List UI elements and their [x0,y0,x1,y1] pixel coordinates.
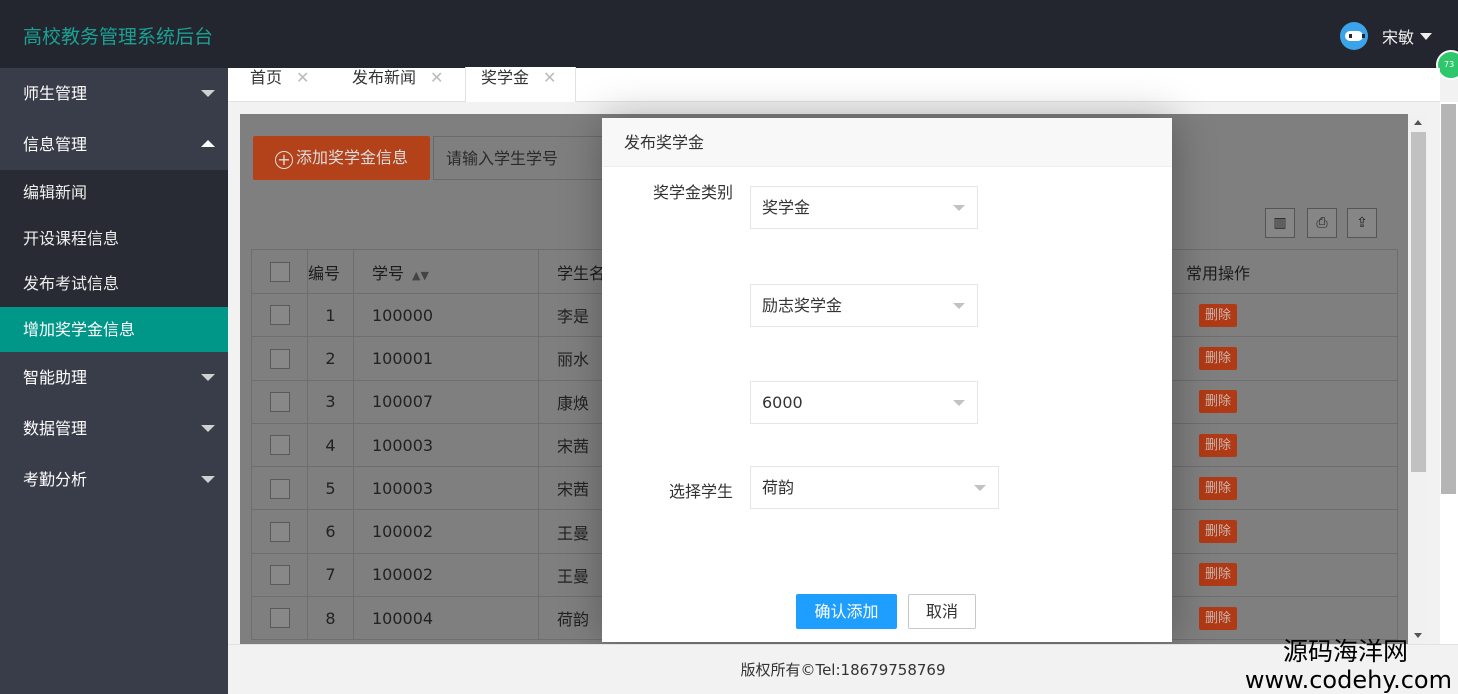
top-header: 高校教务管理系统后台 宋敏 73 [0,0,1458,80]
row-select-cell[interactable] [251,336,308,381]
sidebar-subitem-exams[interactable]: 发布考试信息 [0,261,228,307]
sidebar-subitem-courses[interactable]: 开设课程信息 [0,216,228,262]
scholarship-amount-select[interactable]: 6000 [750,381,978,424]
chevron-down-icon [953,303,965,309]
publish-scholarship-dialog: 发布奖学金 奖学金类别 奖学金 励志奖学金 6000 选择学生 荷韵 确认添加 … [602,118,1172,642]
delete-button[interactable]: 删除 [1199,346,1237,370]
chevron-down-icon [1420,32,1432,40]
plus-icon: + [275,151,293,169]
sidebar-item-info[interactable]: 信息管理 [0,119,228,170]
close-icon[interactable]: ✕ [543,68,556,87]
avatar-icon [1339,22,1368,50]
row-checkbox[interactable] [269,521,290,542]
cancel-button[interactable]: 取消 [908,594,976,629]
sidebar: 师生管理 信息管理 编辑新闻 开设课程信息 发布考试信息 增加奖学金信息 智能助… [0,68,228,694]
sidebar-submenu: 编辑新闻 开设课程信息 发布考试信息 增加奖学金信息 [0,170,228,352]
watermark: 源码海洋网 www.codehy.com [1244,637,1452,694]
student-number-search-input[interactable] [433,136,613,180]
tab-home[interactable]: 首页 ✕ [250,68,309,102]
cell-student-no: 100001 [353,336,539,381]
cell-id: 5 [307,466,354,511]
delete-button[interactable]: 删除 [1199,476,1237,500]
scholarship-name-select[interactable]: 励志奖学金 [750,284,978,327]
sidebar-subitem-scholarship[interactable]: 增加奖学金信息 [0,306,228,352]
app-title: 高校教务管理系统后台 [23,26,214,48]
content-scrollbar[interactable] [1409,114,1428,644]
chevron-down-icon [201,374,215,381]
cell-id: 6 [307,509,354,554]
tab-publish-news[interactable]: 发布新闻 ✕ [352,68,443,102]
cell-id: 8 [307,596,354,641]
row-select-cell[interactable] [251,292,308,338]
student-select[interactable]: 荷韵 [750,466,999,509]
row-select-cell[interactable] [251,466,308,511]
delete-button[interactable]: 删除 [1199,303,1237,327]
cell-id: 3 [307,379,354,424]
cell-id: 4 [307,422,354,468]
sidebar-item-data[interactable]: 数据管理 [0,403,228,454]
row-select-cell[interactable] [251,596,308,641]
dialog-title: 发布奖学金 [602,118,1172,167]
row-checkbox[interactable] [269,305,290,326]
cell-student-no: 100003 [353,422,539,468]
delete-button[interactable]: 删除 [1199,433,1237,457]
sort-icon[interactable]: ▲▼ [412,269,429,282]
chevron-down-icon [201,476,215,483]
user-name: 宋敏 [1381,28,1414,47]
cell-id: 7 [307,552,354,598]
select-student-label: 选择学生 [669,482,734,501]
confirm-add-button[interactable]: 确认添加 [796,594,897,629]
delete-button[interactable]: 删除 [1199,520,1237,544]
page-scrollbar[interactable] [1441,104,1456,494]
chevron-down-icon [201,425,215,432]
close-icon[interactable]: ✕ [430,68,443,87]
delete-button[interactable]: 删除 [1199,390,1237,414]
chevron-up-icon [201,140,215,147]
scholarship-type-label: 奖学金类别 [653,183,734,202]
select-all-cell[interactable] [251,249,308,294]
row-select-cell[interactable] [251,422,308,468]
sidebar-item-assistant[interactable]: 智能助理 [0,352,228,403]
col-student-no[interactable]: 学号 ▲▼ [353,249,539,294]
sidebar-item-teacher-student[interactable]: 师生管理 [0,68,228,119]
cell-student-no: 100003 [353,466,539,511]
col-id: 编号 [307,249,354,294]
row-checkbox[interactable] [269,608,290,629]
add-scholarship-button[interactable]: + 添加奖学金信息 [253,136,430,180]
export-icon[interactable]: ⇪ [1347,208,1377,238]
row-checkbox[interactable] [269,435,290,456]
row-select-cell[interactable] [251,379,308,424]
cell-student-no: 100002 [353,552,539,598]
tab-bar: 首页 ✕ 发布新闻 ✕ 奖学金 ✕ [228,67,1440,102]
user-menu[interactable]: 宋敏 [1339,22,1432,50]
print-icon[interactable]: ⎙ [1307,208,1337,238]
chevron-down-icon [974,485,986,491]
row-checkbox[interactable] [269,348,290,369]
cell-id: 2 [307,336,354,381]
cell-student-no: 100000 [353,292,539,338]
delete-button[interactable]: 删除 [1199,563,1237,587]
cell-student-no: 100002 [353,509,539,554]
chevron-down-icon [953,400,965,406]
chevron-down-icon [953,205,965,211]
scroll-thumb[interactable] [1411,132,1426,472]
columns-icon[interactable]: ▥ [1265,208,1295,238]
cell-student-no: 100007 [353,379,539,424]
chevron-down-icon [201,90,215,97]
delete-button[interactable]: 删除 [1199,606,1237,630]
sidebar-item-attendance[interactable]: 考勤分析 [0,454,228,505]
cell-id: 1 [307,292,354,338]
close-icon[interactable]: ✕ [296,68,309,87]
select-all-checkbox[interactable] [269,261,290,282]
row-select-cell[interactable] [251,552,308,598]
sidebar-subitem-edit-news[interactable]: 编辑新闻 [0,170,228,216]
tab-scholarship[interactable]: 奖学金 ✕ [465,67,576,102]
scholarship-type-select[interactable]: 奖学金 [750,186,978,229]
row-select-cell[interactable] [251,509,308,554]
scroll-up-icon[interactable] [1414,120,1422,125]
cell-student-no: 100004 [353,596,539,641]
row-checkbox[interactable] [269,565,290,586]
row-checkbox[interactable] [269,391,290,412]
row-checkbox[interactable] [269,478,290,499]
